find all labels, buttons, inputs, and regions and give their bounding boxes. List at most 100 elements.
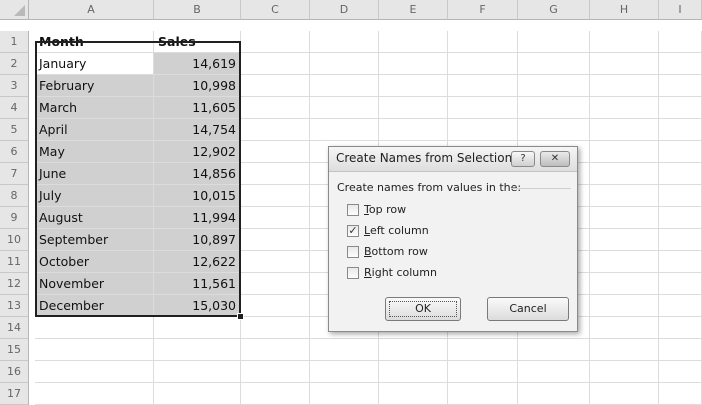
empty-cell[interactable]: [154, 317, 241, 339]
empty-cell[interactable]: [659, 339, 702, 361]
empty-cell[interactable]: [310, 361, 379, 383]
column-header-d[interactable]: D: [310, 0, 379, 20]
row-header-8[interactable]: 8: [0, 185, 29, 207]
empty-cell[interactable]: [590, 295, 659, 317]
empty-cell[interactable]: [518, 119, 590, 141]
empty-cell[interactable]: [241, 31, 310, 53]
empty-cell[interactable]: [659, 31, 702, 53]
cell-month[interactable]: September: [35, 229, 154, 251]
column-header-f[interactable]: F: [448, 0, 518, 20]
column-header-c[interactable]: C: [241, 0, 310, 20]
row-header-13[interactable]: 13: [0, 295, 29, 317]
empty-cell[interactable]: [590, 273, 659, 295]
empty-cell[interactable]: [590, 31, 659, 53]
cell-month[interactable]: July: [35, 185, 154, 207]
top-row-checkbox[interactable]: [347, 204, 359, 216]
cell-month[interactable]: October: [35, 251, 154, 273]
empty-cell[interactable]: [590, 53, 659, 75]
empty-cell[interactable]: [659, 207, 702, 229]
empty-cell[interactable]: [241, 229, 310, 251]
empty-cell[interactable]: [154, 339, 241, 361]
cell-sales[interactable]: 15,030: [154, 295, 241, 317]
empty-cell[interactable]: [379, 53, 448, 75]
row-header-12[interactable]: 12: [0, 273, 29, 295]
empty-cell[interactable]: [659, 163, 702, 185]
column-header-i[interactable]: I: [659, 0, 702, 20]
empty-cell[interactable]: [518, 361, 590, 383]
empty-cell[interactable]: [448, 53, 518, 75]
empty-cell[interactable]: [518, 53, 590, 75]
empty-cell[interactable]: [241, 75, 310, 97]
cell-sales[interactable]: 14,856: [154, 163, 241, 185]
row-header-3[interactable]: 3: [0, 75, 29, 97]
empty-cell[interactable]: [518, 383, 590, 405]
row-header-4[interactable]: 4: [0, 97, 29, 119]
empty-cell[interactable]: [590, 361, 659, 383]
empty-cell[interactable]: [448, 75, 518, 97]
empty-cell[interactable]: [154, 383, 241, 405]
empty-cell[interactable]: [241, 53, 310, 75]
empty-cell[interactable]: [518, 75, 590, 97]
empty-cell[interactable]: [310, 31, 379, 53]
empty-cell[interactable]: [379, 383, 448, 405]
empty-cell[interactable]: [590, 317, 659, 339]
cell-sales[interactable]: 10,998: [154, 75, 241, 97]
empty-cell[interactable]: [448, 31, 518, 53]
empty-cell[interactable]: [590, 229, 659, 251]
cancel-button[interactable]: Cancel: [487, 297, 569, 321]
row-header-5[interactable]: 5: [0, 119, 29, 141]
cell-sales[interactable]: 14,754: [154, 119, 241, 141]
empty-cell[interactable]: [518, 339, 590, 361]
cell-a1-month-header[interactable]: Month: [35, 31, 154, 53]
empty-cell[interactable]: [518, 31, 590, 53]
empty-cell[interactable]: [241, 361, 310, 383]
empty-cell[interactable]: [590, 163, 659, 185]
empty-cell[interactable]: [379, 97, 448, 119]
row-header-10[interactable]: 10: [0, 229, 29, 251]
right-column-checkbox[interactable]: [347, 267, 359, 279]
cell-month[interactable]: March: [35, 97, 154, 119]
cell-month[interactable]: April: [35, 119, 154, 141]
cell-b1-sales-header[interactable]: Sales: [154, 31, 241, 53]
empty-cell[interactable]: [241, 141, 310, 163]
empty-cell[interactable]: [590, 251, 659, 273]
empty-cell[interactable]: [379, 31, 448, 53]
dialog-title-bar[interactable]: Create Names from Selection ? ✕: [329, 147, 577, 172]
empty-cell[interactable]: [590, 119, 659, 141]
empty-cell[interactable]: [241, 273, 310, 295]
ok-button[interactable]: OK: [385, 297, 461, 321]
column-header-b[interactable]: B: [154, 0, 241, 20]
cell-sales[interactable]: 12,902: [154, 141, 241, 163]
empty-cell[interactable]: [379, 119, 448, 141]
empty-cell[interactable]: [659, 75, 702, 97]
cell-month[interactable]: December: [35, 295, 154, 317]
empty-cell[interactable]: [659, 383, 702, 405]
empty-cell[interactable]: [379, 75, 448, 97]
help-button[interactable]: ?: [511, 151, 535, 167]
empty-cell[interactable]: [310, 383, 379, 405]
empty-cell[interactable]: [659, 185, 702, 207]
empty-cell[interactable]: [241, 339, 310, 361]
empty-cell[interactable]: [310, 75, 379, 97]
empty-cell[interactable]: [590, 383, 659, 405]
empty-cell[interactable]: [659, 141, 702, 163]
empty-cell[interactable]: [659, 295, 702, 317]
column-header-e[interactable]: E: [379, 0, 448, 20]
cell-sales[interactable]: 10,015: [154, 185, 241, 207]
bottom-row-checkbox[interactable]: [347, 246, 359, 258]
cell-sales[interactable]: 10,897: [154, 229, 241, 251]
empty-cell[interactable]: [241, 97, 310, 119]
empty-cell[interactable]: [241, 251, 310, 273]
empty-cell[interactable]: [241, 185, 310, 207]
cell-sales[interactable]: 12,622: [154, 251, 241, 273]
empty-cell[interactable]: [35, 383, 154, 405]
row-header-2[interactable]: 2: [0, 53, 29, 75]
empty-cell[interactable]: [590, 141, 659, 163]
column-header-h[interactable]: H: [590, 0, 659, 20]
cell-month[interactable]: August: [35, 207, 154, 229]
empty-cell[interactable]: [659, 97, 702, 119]
row-header-14[interactable]: 14: [0, 317, 29, 339]
empty-cell[interactable]: [35, 317, 154, 339]
row-header-16[interactable]: 16: [0, 361, 29, 383]
empty-cell[interactable]: [241, 317, 310, 339]
